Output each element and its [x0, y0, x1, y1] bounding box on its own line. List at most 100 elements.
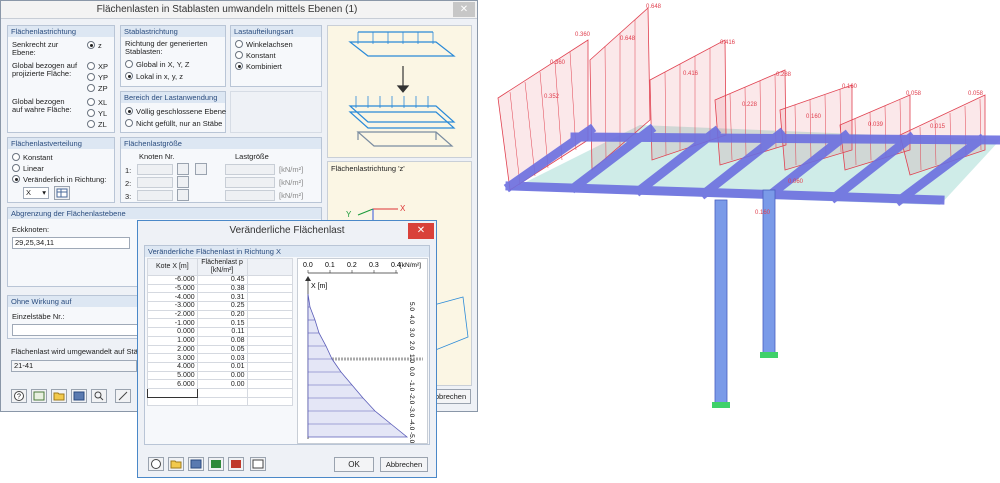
- cell-p[interactable]: 0.31: [196, 292, 248, 303]
- table-row[interactable]: -6.000 0.45: [147, 275, 294, 285]
- cell-x[interactable]: 5.000: [147, 370, 198, 381]
- radio-voellig-geschlossen[interactable]: [125, 107, 133, 115]
- cell-p[interactable]: 0.00: [196, 370, 248, 381]
- dialog-close-button[interactable]: ✕: [408, 223, 434, 239]
- pick-node-icon[interactable]: [177, 163, 189, 175]
- pick-node-icon[interactable]: [195, 163, 207, 175]
- radio-linear[interactable]: [12, 164, 20, 172]
- cell-p[interactable]: 0.38: [196, 283, 248, 294]
- cell-p[interactable]: 0.08: [196, 335, 248, 346]
- cell-p[interactable]: 0.00: [196, 379, 248, 389]
- cell-x[interactable]: -3.000: [147, 301, 198, 311]
- knoten-2-select[interactable]: [137, 177, 173, 188]
- cell-x[interactable]: 2.000: [147, 344, 198, 355]
- cell-p[interactable]: 0.20: [196, 309, 248, 320]
- radio-xl[interactable]: [87, 98, 95, 106]
- cell-p[interactable]: 0.45: [196, 275, 248, 285]
- table-row[interactable]: -2.000 0.20: [147, 309, 294, 320]
- einzelstaebe-input[interactable]: [12, 324, 138, 336]
- radio-xp[interactable]: [87, 62, 95, 70]
- radio-nicht-gefuellt[interactable]: [125, 119, 133, 127]
- cell-x[interactable]: 3.000: [147, 353, 198, 363]
- decimal-icon[interactable]: [31, 389, 47, 403]
- einzelstaebe-label: Einzelstäbe Nr.:: [12, 312, 65, 321]
- table-row[interactable]: 6.000 0.00: [147, 379, 294, 389]
- knoten-3-select[interactable]: [137, 190, 173, 201]
- help-icon[interactable]: ?: [11, 389, 27, 403]
- radio-veraenderlich[interactable]: [12, 175, 20, 183]
- table-row[interactable]: 1.000 0.08: [147, 335, 294, 346]
- model-3d-view[interactable]: 0.648 0.360 0.648 0.360 0.352 0.416 0.41…: [480, 0, 1000, 481]
- radio-kombiniert[interactable]: [235, 62, 243, 70]
- load-label: 0.360: [550, 60, 566, 66]
- help-icon[interactable]: [148, 457, 164, 471]
- cell-x[interactable]: -1.000: [147, 318, 198, 329]
- save-icon[interactable]: [188, 457, 204, 471]
- pick-node-icon[interactable]: [177, 189, 189, 201]
- table-row[interactable]: -1.000 0.15: [147, 318, 294, 329]
- eckknoten-input[interactable]: 29,25,34,11: [12, 237, 130, 249]
- radio-konstant-verteilung[interactable]: [12, 153, 20, 161]
- lastgroesse-3-input[interactable]: [225, 190, 275, 201]
- cell-p[interactable]: 0.01: [196, 361, 248, 372]
- radio-yp[interactable]: [87, 73, 95, 81]
- table-row[interactable]: -3.000 0.25: [147, 301, 294, 311]
- umgewandelt-input[interactable]: 21-41: [11, 360, 137, 372]
- radio-z[interactable]: [87, 41, 95, 49]
- radio-lokal-xyz[interactable]: [125, 72, 133, 80]
- cell-p[interactable]: 0.05: [196, 344, 248, 355]
- window-title: Flächenlasten in Stablasten umwandeln mi…: [96, 4, 358, 15]
- radio-zl[interactable]: [87, 120, 95, 128]
- import-excel-icon[interactable]: [208, 457, 224, 471]
- table-row[interactable]: 0.000 0.11: [147, 327, 294, 337]
- cell-p[interactable]: 0.11: [196, 327, 248, 337]
- table-row[interactable]: 5.000 0.00: [147, 370, 294, 381]
- cell-x[interactable]: 6.000: [147, 379, 198, 389]
- radio-zp[interactable]: [87, 84, 95, 92]
- pick-node-icon[interactable]: [177, 176, 189, 188]
- cell-x[interactable]: 0.000: [147, 327, 198, 337]
- save-icon[interactable]: [71, 389, 87, 403]
- cell-p[interactable]: 0.15: [196, 318, 248, 329]
- cell-p[interactable]: 0.25: [196, 301, 248, 311]
- cell-p[interactable]: 0.03: [196, 353, 248, 363]
- scale-icon[interactable]: [115, 389, 131, 403]
- table-row[interactable]: 2.000 0.05: [147, 344, 294, 355]
- table-row[interactable]: 4.000 0.01: [147, 361, 294, 372]
- cell-x[interactable]: 1.000: [147, 335, 198, 346]
- cell-x[interactable]: -6.000: [147, 275, 198, 285]
- cell-x[interactable]: -5.000: [147, 283, 198, 294]
- group-header: Bereich der Lastanwendung: [121, 92, 225, 103]
- radio-global-xyz[interactable]: [125, 60, 133, 68]
- open-folder-icon[interactable]: [168, 457, 184, 471]
- table-row[interactable]: -4.000 0.31: [147, 292, 294, 303]
- cell-x[interactable]: -2.000: [147, 309, 198, 320]
- cell-x[interactable]: 4.000: [147, 361, 198, 372]
- knoten-1-select[interactable]: [137, 164, 173, 175]
- radio-label: XL: [98, 98, 108, 107]
- lastgroesse-1-input[interactable]: [225, 164, 275, 175]
- group-empty: [230, 91, 322, 133]
- close-button[interactable]: ✕: [453, 2, 475, 17]
- column-header-kote: Kote X [m]: [147, 258, 198, 276]
- open-folder-icon[interactable]: [51, 389, 67, 403]
- zoom-icon[interactable]: [91, 389, 107, 403]
- table-row[interactable]: -5.000 0.38: [147, 283, 294, 294]
- unit-label: [kN/m²]: [279, 178, 304, 187]
- radio-yl[interactable]: [87, 109, 95, 117]
- radio-konstant[interactable]: [235, 51, 243, 59]
- lastgroesse-2-input[interactable]: [225, 177, 275, 188]
- group-header: Flächenlastverteilung: [8, 138, 114, 149]
- radio-winkelachsen[interactable]: [235, 40, 243, 48]
- column-header-empty: [246, 258, 294, 276]
- cancel-button[interactable]: Abbrechen: [380, 457, 428, 472]
- table-icon[interactable]: [250, 457, 266, 471]
- edit-table-icon[interactable]: [54, 186, 70, 200]
- load-label: 0.160: [842, 84, 858, 90]
- direction-select[interactable]: X ▾: [23, 187, 49, 199]
- table-row[interactable]: 3.000 0.03: [147, 353, 294, 363]
- export-excel-icon[interactable]: [228, 457, 244, 471]
- cell-x[interactable]: -4.000: [147, 292, 198, 303]
- table-row-empty[interactable]: [147, 387, 294, 398]
- ok-button[interactable]: OK: [334, 457, 374, 472]
